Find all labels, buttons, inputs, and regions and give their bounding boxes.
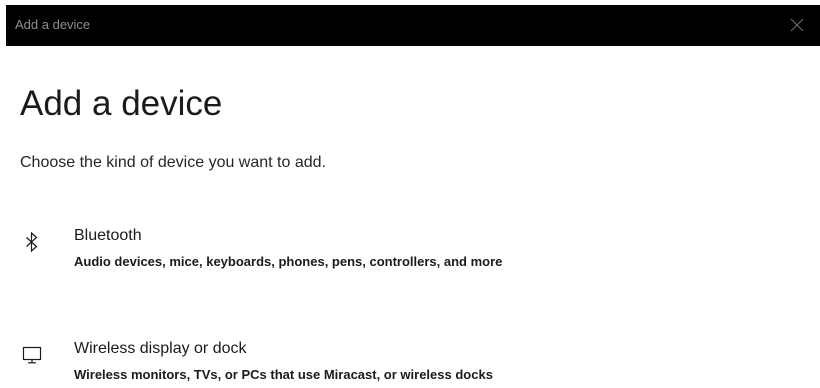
close-button[interactable] xyxy=(774,5,820,46)
wireless-display-option-description: Wireless monitors, TVs, or PCs that use … xyxy=(74,367,493,382)
wireless-display-option[interactable]: Wireless display or dock Wireless monito… xyxy=(14,335,794,388)
bluetooth-option-title: Bluetooth xyxy=(74,227,142,244)
page-subtitle: Choose the kind of device you want to ad… xyxy=(20,154,326,171)
monitor-icon xyxy=(22,346,42,364)
close-icon xyxy=(790,18,804,32)
page-title: Add a device xyxy=(20,84,223,123)
window-title: Add a device xyxy=(15,17,91,32)
bluetooth-icon xyxy=(26,231,38,253)
add-device-dialog: Add a device Add a device Choose the kin… xyxy=(0,0,820,388)
bluetooth-option-description: Audio devices, mice, keyboards, phones, … xyxy=(74,254,503,269)
bluetooth-option[interactable]: Bluetooth Audio devices, mice, keyboards… xyxy=(14,222,794,276)
title-bar: Add a device xyxy=(6,5,820,46)
wireless-display-option-title: Wireless display or dock xyxy=(74,340,247,357)
